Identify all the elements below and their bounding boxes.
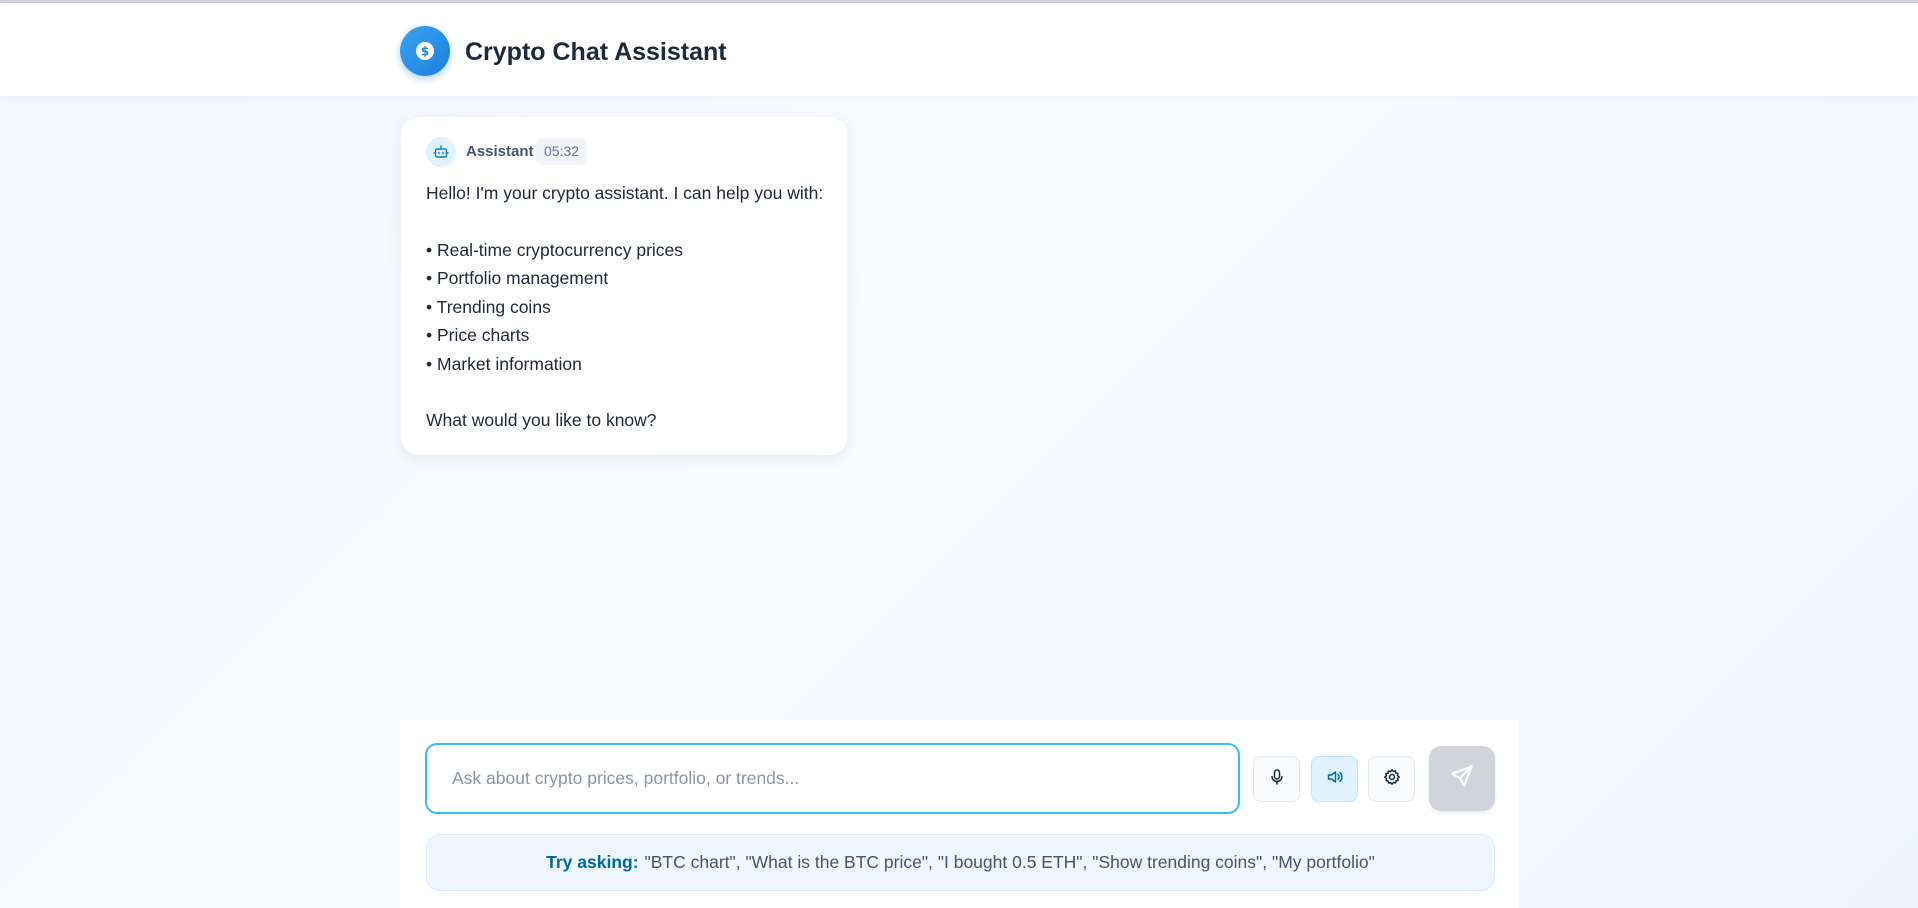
speaker-toggle-button[interactable] — [1311, 756, 1358, 802]
chat-input-wrapper — [425, 743, 1240, 814]
message-sender: Assistant — [466, 143, 534, 160]
speaker-icon — [1326, 768, 1344, 791]
dollar-coin-icon: $ — [400, 26, 450, 76]
message-timestamp: 05:32 — [536, 138, 588, 165]
message-line: • Trending coins — [426, 297, 551, 317]
robot-icon — [426, 137, 456, 167]
suggestion-hints: Try asking: "BTC chart", "What is the BT… — [426, 834, 1495, 891]
assistant-message: Assistant 05:32 Hello! I'm your crypto a… — [401, 117, 847, 455]
app-header: $ Crypto Chat Assistant — [0, 3, 1918, 96]
microphone-button[interactable] — [1253, 756, 1300, 802]
message-line: Hello! I'm your crypto assistant. I can … — [426, 183, 824, 203]
chat-input[interactable] — [427, 745, 1238, 812]
message-line: • Price charts — [426, 325, 530, 345]
message-composer: Try asking: "BTC chart", "What is the BT… — [401, 720, 1519, 908]
settings-button[interactable] — [1368, 756, 1415, 802]
hints-text: "BTC chart", "What is the BTC price", "I… — [644, 852, 1375, 872]
message-line: What would you like to know? — [426, 410, 657, 430]
gear-icon — [1383, 768, 1401, 791]
send-button[interactable] — [1429, 746, 1495, 811]
page-title: Crypto Chat Assistant — [465, 38, 727, 66]
microphone-icon — [1268, 768, 1286, 791]
message-line: • Real-time cryptocurrency prices — [426, 240, 684, 260]
send-icon — [1449, 763, 1475, 794]
message-line: • Market information — [426, 354, 582, 374]
message-line: • Portfolio management — [426, 268, 609, 288]
svg-text:$: $ — [421, 45, 429, 59]
hints-label: Try asking: — [546, 852, 639, 872]
